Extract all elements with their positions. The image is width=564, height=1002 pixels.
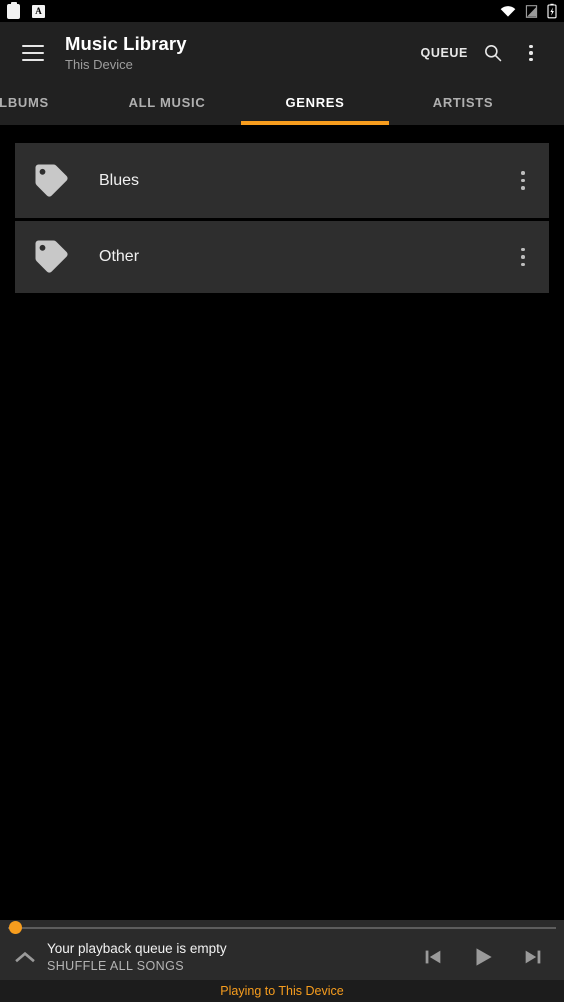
mini-player-body: Your playback queue is empty SHUFFLE ALL… xyxy=(0,934,564,980)
app-bar: Music Library This Device QUEUE xyxy=(0,22,564,84)
tab-all-music[interactable]: ALL MUSIC xyxy=(93,84,241,125)
search-button[interactable] xyxy=(474,34,512,72)
skip-next-icon xyxy=(525,950,541,964)
kebab-dot xyxy=(529,51,533,55)
play-icon xyxy=(476,948,492,966)
tab-bar: ALBUMS ALL MUSIC GENRES ARTISTS PLAYLIST… xyxy=(0,84,564,125)
seek-thumb[interactable] xyxy=(9,921,22,934)
transport-controls xyxy=(414,938,552,976)
skip-previous-icon xyxy=(425,950,441,964)
hamburger-line xyxy=(22,45,44,47)
mini-player-text[interactable]: Your playback queue is empty SHUFFLE ALL… xyxy=(47,940,414,974)
kebab-dot xyxy=(521,178,525,183)
tab-strip: ALBUMS ALL MUSIC GENRES ARTISTS PLAYLIST… xyxy=(0,84,564,125)
next-button[interactable] xyxy=(514,938,552,976)
list-item-overflow-button[interactable] xyxy=(497,220,549,295)
mini-player: Your playback queue is empty SHUFFLE ALL… xyxy=(0,920,564,980)
shuffle-all-songs-label: SHUFFLE ALL SONGS xyxy=(47,959,184,973)
kebab-dot xyxy=(521,171,525,175)
kebab-dot xyxy=(521,262,525,267)
genre-list: Blues Other xyxy=(15,143,549,293)
status-bar-system-icons xyxy=(500,3,557,19)
list-item-overflow-button[interactable] xyxy=(497,143,549,218)
overflow-menu-button[interactable] xyxy=(512,34,550,72)
kebab-dot xyxy=(521,186,525,190)
hamburger-menu-icon[interactable] xyxy=(22,45,44,61)
hamburger-line xyxy=(22,52,44,54)
kebab-dot xyxy=(529,57,533,62)
list-item[interactable]: Other xyxy=(15,218,549,293)
chevron-up-icon xyxy=(15,951,35,963)
tag-icon xyxy=(35,240,68,273)
kebab-dot xyxy=(521,255,525,259)
hamburger-line xyxy=(22,59,44,61)
battery-charging-icon xyxy=(547,3,557,19)
search-icon xyxy=(485,45,502,62)
app-badge-icon: A xyxy=(32,4,45,18)
status-bar: A xyxy=(0,0,564,22)
playback-output-label: Playing to This Device xyxy=(220,983,344,998)
tab-albums[interactable]: ALBUMS xyxy=(0,84,93,125)
list-item-label: Blues xyxy=(99,171,140,189)
tab-artists[interactable]: ARTISTS xyxy=(389,84,537,125)
expand-player-button[interactable] xyxy=(8,940,42,974)
page-subtitle: This Device xyxy=(65,57,133,72)
no-sim-icon xyxy=(525,4,538,18)
tab-playlists[interactable]: PLAYLISTS xyxy=(537,84,564,125)
queue-button[interactable]: QUEUE xyxy=(415,36,474,70)
wifi-icon xyxy=(500,6,516,17)
clipboard-icon xyxy=(7,1,20,19)
kebab-dot xyxy=(529,44,533,49)
overflow-menu-icon xyxy=(529,44,533,62)
play-button[interactable] xyxy=(464,938,502,976)
seek-track xyxy=(8,927,556,929)
previous-button[interactable] xyxy=(414,938,452,976)
genre-list-container: Blues Other xyxy=(0,125,564,920)
app-bar-titles: Music Library This Device xyxy=(65,33,187,73)
status-bar-notifications: A xyxy=(7,1,45,19)
queue-status-text: Your playback queue is empty xyxy=(47,941,227,956)
list-item-label: Other xyxy=(99,248,140,265)
page-title: Music Library xyxy=(65,33,187,54)
music-library-screen: A Music Library This Device QUEUE LBUMS … xyxy=(0,0,564,1002)
tag-icon xyxy=(35,164,68,197)
tab-genres[interactable]: GENRES xyxy=(241,84,389,125)
app-bar-actions: QUEUE xyxy=(415,34,550,72)
playback-output-bar[interactable]: Playing to This Device xyxy=(0,980,564,1002)
kebab-dot xyxy=(521,247,525,252)
list-item[interactable]: Blues xyxy=(15,143,549,218)
